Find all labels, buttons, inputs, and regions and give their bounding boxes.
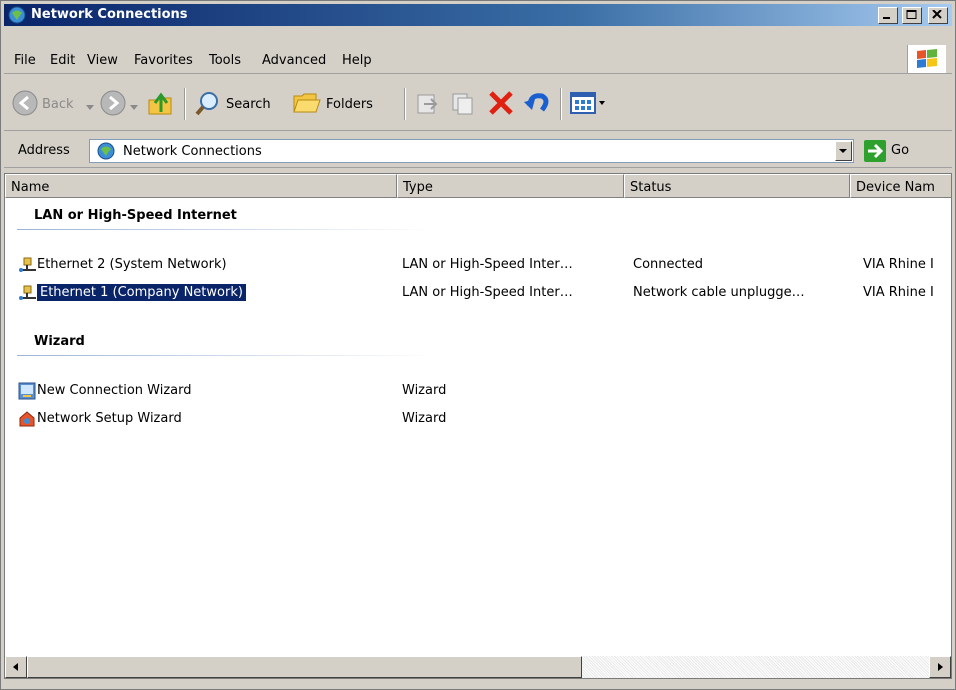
- window-title: Network Connections: [31, 7, 188, 22]
- back-button-label[interactable]: Back: [42, 97, 74, 112]
- address-label: Address: [18, 143, 70, 158]
- lan-connection-icon: [18, 256, 36, 274]
- connection-type: Wizard: [402, 383, 447, 398]
- column-header-type[interactable]: Type: [397, 174, 624, 198]
- minimize-button[interactable]: [878, 7, 898, 24]
- column-header-name[interactable]: Name: [5, 174, 397, 198]
- list-item-selected[interactable]: Ethernet 1 (Company Network) LAN or High…: [5, 283, 951, 303]
- delete-icon[interactable]: [486, 88, 516, 121]
- scroll-left-button[interactable]: [5, 656, 27, 678]
- search-icon[interactable]: [194, 89, 222, 120]
- device-name: VIA Rhine I: [863, 285, 934, 300]
- connection-name: New Connection Wizard: [37, 383, 192, 398]
- menu-advanced[interactable]: Advanced: [262, 53, 326, 68]
- menu-view[interactable]: View: [87, 53, 118, 68]
- file-list-view[interactable]: Name Type Status Device Nam LAN or High-…: [4, 173, 952, 679]
- column-header-device-name[interactable]: Device Nam: [850, 174, 951, 198]
- group-divider: [17, 229, 437, 230]
- group-header-lan: LAN or High-Speed Internet: [34, 208, 237, 223]
- undo-icon[interactable]: [522, 88, 552, 121]
- group-header-wizard: Wizard: [34, 334, 85, 349]
- network-connections-icon: [96, 142, 116, 163]
- horizontal-scrollbar[interactable]: [5, 656, 951, 678]
- network-setup-wizard-icon: [18, 410, 36, 428]
- connection-type: LAN or High-Speed Inter…: [402, 257, 573, 272]
- back-dropdown-icon[interactable]: [86, 100, 94, 114]
- column-header-status[interactable]: Status: [624, 174, 850, 198]
- connection-name: Network Setup Wizard: [37, 411, 182, 426]
- list-item[interactable]: Network Setup Wizard Wizard: [5, 409, 951, 429]
- title-bar[interactable]: Network Connections: [4, 4, 952, 26]
- connection-name: Ethernet 1 (Company Network): [37, 284, 246, 301]
- address-dropdown-button[interactable]: [835, 141, 852, 161]
- list-item[interactable]: Ethernet 2 (System Network) LAN or High-…: [5, 255, 951, 275]
- menu-favorites[interactable]: Favorites: [134, 53, 193, 68]
- group-divider: [17, 355, 437, 356]
- address-bar: Address Network Connections Go: [4, 135, 952, 168]
- connection-name: Ethernet 2 (System Network): [37, 257, 227, 272]
- close-button[interactable]: [928, 7, 948, 24]
- list-item[interactable]: New Connection Wizard Wizard: [5, 381, 951, 401]
- copy-to-icon[interactable]: [450, 90, 476, 119]
- views-icon[interactable]: [570, 91, 606, 118]
- menu-edit[interactable]: Edit: [50, 53, 75, 68]
- connection-status: Connected: [633, 257, 704, 272]
- menu-tools[interactable]: Tools: [209, 53, 241, 68]
- maximize-button[interactable]: [902, 7, 922, 24]
- menu-bar: File Edit View Favorites Tools Advanced …: [4, 45, 952, 74]
- column-headers: Name Type Status Device Nam: [5, 174, 951, 198]
- windows-logo-icon: [907, 45, 946, 73]
- back-arrow-icon[interactable]: [12, 90, 38, 119]
- connection-status: Network cable unplugge…: [633, 285, 805, 300]
- scrollbar-thumb[interactable]: [27, 656, 582, 678]
- explorer-window: Network Connections File Edit View Favor…: [0, 0, 956, 690]
- menu-file[interactable]: File: [14, 53, 36, 68]
- toolbar: Back Search Folders: [4, 78, 952, 131]
- scroll-right-button[interactable]: [929, 656, 951, 678]
- go-arrow-icon[interactable]: [864, 140, 886, 162]
- toolbar-separator: [184, 88, 186, 120]
- toolbar-separator: [404, 88, 406, 120]
- folders-icon[interactable]: [292, 90, 322, 119]
- up-folder-icon[interactable]: [146, 88, 176, 121]
- folders-button-label[interactable]: Folders: [326, 97, 373, 112]
- menu-help[interactable]: Help: [342, 53, 372, 68]
- forward-dropdown-icon[interactable]: [130, 100, 138, 114]
- new-connection-wizard-icon: [18, 382, 36, 400]
- address-input[interactable]: Network Connections: [89, 139, 854, 163]
- forward-arrow-icon[interactable]: [100, 90, 126, 119]
- go-button-label[interactable]: Go: [891, 143, 909, 158]
- move-to-icon[interactable]: [414, 90, 440, 119]
- toolbar-separator: [560, 88, 562, 120]
- network-connections-icon: [8, 6, 26, 24]
- lan-connection-icon: [18, 284, 36, 302]
- connection-type: LAN or High-Speed Inter…: [402, 285, 573, 300]
- search-button-label[interactable]: Search: [226, 97, 271, 112]
- device-name: VIA Rhine I: [863, 257, 934, 272]
- connection-type: Wizard: [402, 411, 447, 426]
- address-value: Network Connections: [123, 144, 262, 159]
